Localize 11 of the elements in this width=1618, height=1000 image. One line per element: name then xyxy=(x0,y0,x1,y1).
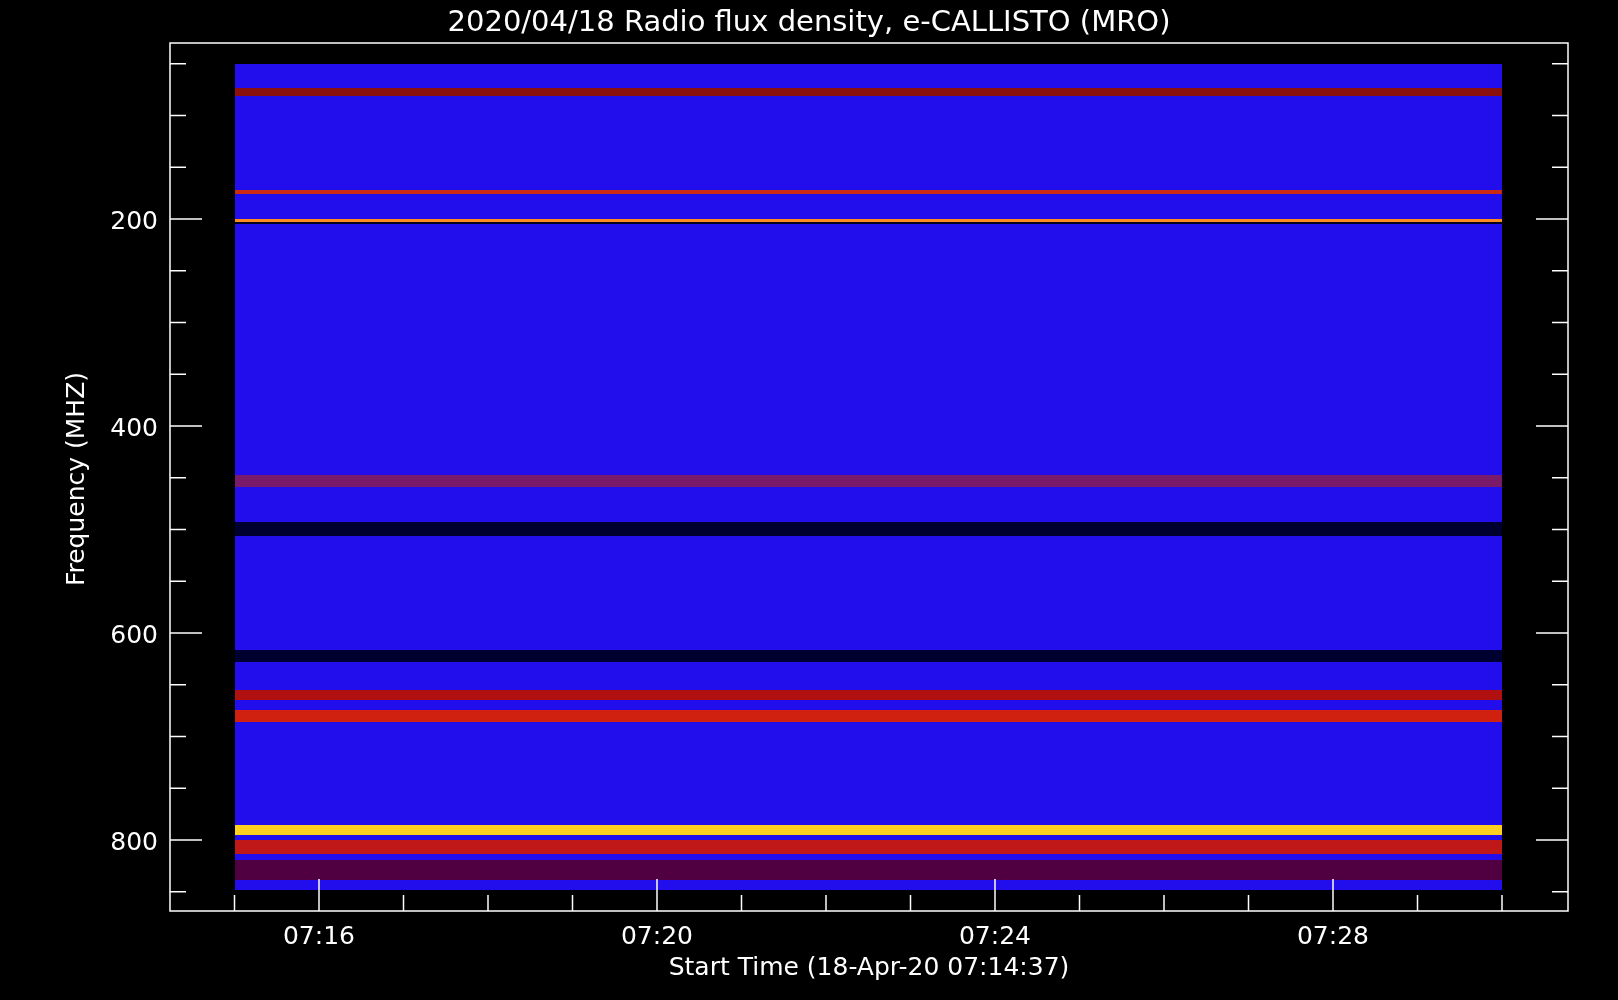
y-tick-label: 600 xyxy=(110,620,158,649)
plot-title: 2020/04/18 Radio flux density, e-CALLISTO (MRO) xyxy=(447,4,1171,38)
x-tick-label: 07:28 xyxy=(1297,921,1369,950)
y-tick-label: 400 xyxy=(110,413,158,442)
x-tick-label: 07:24 xyxy=(959,921,1031,950)
y-tick-label: 800 xyxy=(110,827,158,856)
y-axis-label: Frequency (MHZ) xyxy=(61,371,90,587)
x-tick-label: 07:16 xyxy=(283,921,355,950)
y-tick-label: 200 xyxy=(110,206,158,235)
x-tick-label: 07:20 xyxy=(621,921,693,950)
x-axis-label: Start Time (18-Apr-20 07:14:37) xyxy=(668,952,1070,981)
